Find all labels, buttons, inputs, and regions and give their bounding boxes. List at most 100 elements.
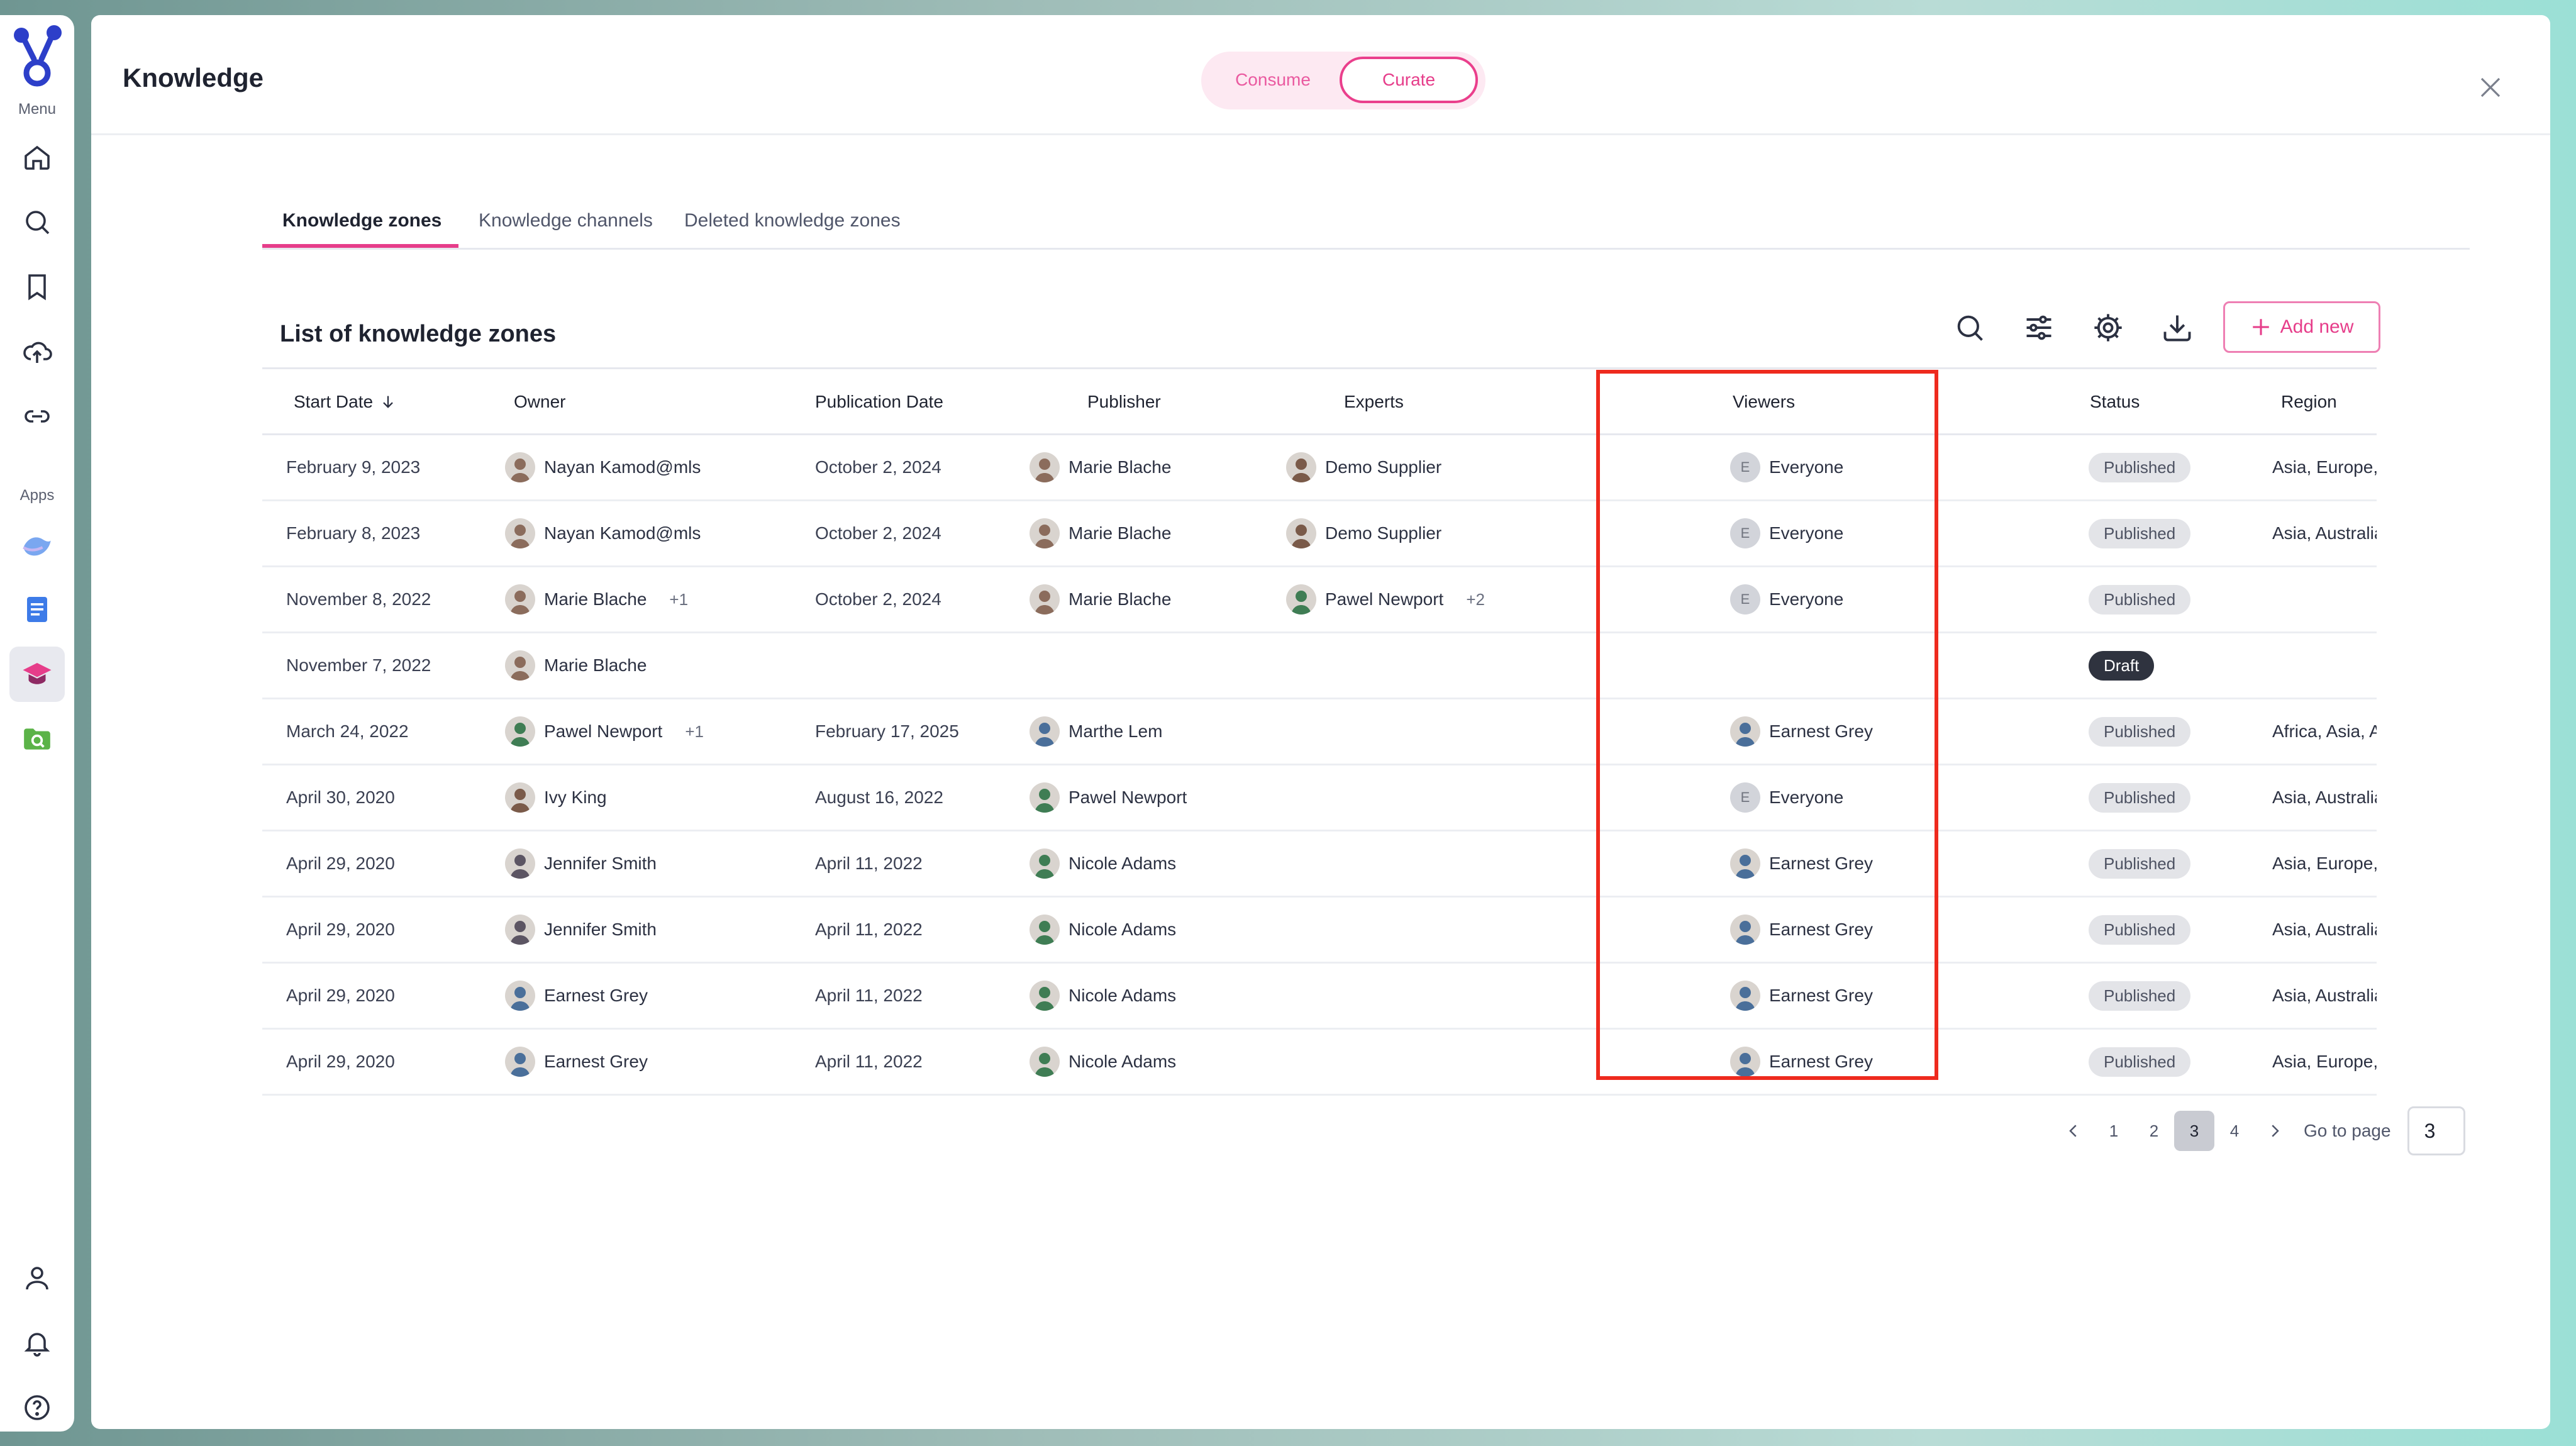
user-profile-icon[interactable] [18,1259,56,1297]
everyone-avatar: E [1730,452,1760,482]
search-icon[interactable] [18,203,56,241]
add-new-button[interactable]: Add new [2223,301,2380,353]
folder-search-app-icon[interactable] [18,720,56,758]
home-icon[interactable] [18,138,56,176]
publisher-name: Pawel Newport [1069,787,1187,807]
more-count[interactable]: +2 [1466,590,1485,609]
column-viewers[interactable]: Viewers [1733,392,1795,412]
start-date: February 8, 2023 [286,523,421,543]
publication-date-cell: October 2, 2024 [815,567,941,631]
page-1-button[interactable]: 1 [2094,1111,2134,1151]
avatar [505,981,535,1011]
page-3-button[interactable]: 3 [2174,1111,2214,1151]
start-date-cell: April 29, 2020 [286,831,395,896]
notification-bell-icon[interactable] [18,1324,56,1362]
start-date-cell: February 9, 2023 [286,435,420,499]
table-row[interactable]: April 30, 2020 Ivy King August 16, 2022 Paw… [262,765,2377,831]
start-date: November 8, 2022 [286,589,431,609]
bookmark-icon[interactable] [18,268,56,306]
tab-deleted-knowledge-zones[interactable]: Deleted knowledge zones [684,210,901,231]
status-cell: Published [2089,567,2191,631]
plus-icon [2252,319,2269,335]
start-date: April 30, 2020 [286,787,395,807]
start-date: April 29, 2020 [286,1052,395,1071]
table-header: Start Date Owner Publication Date Publis… [262,367,2377,435]
document-app-icon[interactable] [18,591,56,628]
publication-date: April 11, 2022 [815,920,923,939]
prev-page-chevron-icon[interactable] [2053,1111,2094,1151]
knowledge-app-icon[interactable] [9,647,65,702]
table-row[interactable]: November 7, 2022 Marie Blache Draft [262,633,2377,699]
owner-name: Jennifer Smith [544,854,657,873]
avatar [505,782,535,813]
apps-caption: Apps [19,487,55,504]
owner-cell: Earnest Grey [505,1030,648,1094]
status-badge: Published [2089,915,2191,945]
tab-knowledge-zones[interactable]: Knowledge zones [282,210,441,231]
column-experts[interactable]: Experts [1344,392,1404,412]
column-owner[interactable]: Owner [514,392,565,412]
go-to-page-input[interactable]: 3 [2407,1106,2465,1155]
app-logo-icon[interactable] [9,23,65,95]
owner-name: Marie Blache [544,589,647,609]
table-row[interactable]: November 8, 2022 Marie Blache +1 October 2,… [262,567,2377,633]
viewers-cell: E Everyone [1730,501,1843,565]
column-publisher[interactable]: Publisher [1087,392,1161,412]
table-row[interactable]: February 9, 2023 Nayan Kamod@mls October 2… [262,435,2377,501]
close-icon[interactable] [2475,72,2506,103]
settings-gear-icon[interactable] [2086,306,2130,350]
curate-mode-button[interactable]: Curate [1340,57,1478,103]
download-icon[interactable] [2155,306,2199,350]
page-2-button[interactable]: 2 [2134,1111,2174,1151]
filter-sliders-icon[interactable] [2017,306,2061,350]
table-row[interactable]: April 29, 2020 Earnest Grey April 11, 2022… [262,1030,2377,1096]
avatar [1030,452,1060,482]
publication-date: October 2, 2024 [815,523,941,543]
tab-knowledge-channels[interactable]: Knowledge channels [479,210,653,231]
publication-date: April 11, 2022 [815,986,923,1005]
column-region[interactable]: Region [2281,392,2337,412]
column-publication-date[interactable]: Publication Date [815,392,943,412]
avatar [1286,452,1316,482]
region-cell: Asia, Australia, Europe, N [2272,501,2377,565]
experts-cell: Demo Supplier [1286,501,1441,565]
table-row[interactable]: March 24, 2022 Pawel Newport +1 February 17… [262,699,2377,765]
publication-date-cell: April 11, 2022 [815,1030,923,1094]
publication-date-cell: October 2, 2024 [815,435,941,499]
next-page-chevron-icon[interactable] [2255,1111,2295,1151]
region-cell: Asia, Australia, Europe, N [2272,898,2377,962]
viewers-cell: Earnest Grey [1730,898,1873,962]
search-table-icon[interactable] [1948,306,1992,350]
table-row[interactable]: April 29, 2020 Jennifer Smith April 11, 20… [262,898,2377,964]
publication-date: April 11, 2022 [815,1052,923,1071]
status-badge: Published [2089,848,2191,879]
avatar [505,452,535,482]
status-badge: Published [2089,716,2191,747]
avatar [1030,782,1060,813]
status-badge: Published [2089,584,2191,615]
start-date-cell: April 29, 2020 [286,964,395,1028]
publisher-cell: Nicole Adams [1030,831,1176,896]
publisher-cell: Marie Blache [1030,435,1171,499]
table-row[interactable]: February 8, 2023 Nayan Kamod@mls October 2… [262,501,2377,567]
help-icon[interactable] [18,1389,56,1427]
column-start-date[interactable]: Start Date [294,392,397,412]
region-cell: Asia, Europe, North Ame [2272,435,2377,499]
publication-date: August 16, 2022 [815,787,943,807]
more-count[interactable]: +1 [669,590,688,609]
table-row[interactable]: April 29, 2020 Earnest Grey April 11, 2022… [262,964,2377,1030]
cloud-upload-icon[interactable] [18,333,56,370]
owner-name: Nayan Kamod@mls [544,457,701,477]
publisher-name: Nicole Adams [1069,986,1177,1005]
column-status[interactable]: Status [2090,392,2140,412]
wave-app-icon[interactable] [18,526,56,564]
knowledge-panel: Knowledge Consume Curate Knowledge zones… [91,15,2550,1429]
more-count[interactable]: +1 [685,722,704,742]
link-icon[interactable] [18,398,56,435]
avatar [505,518,535,548]
table-row[interactable]: April 29, 2020 Jennifer Smith April 11, 20… [262,831,2377,898]
consume-mode-button[interactable]: Consume [1210,57,1336,103]
avatar [1030,848,1060,879]
owner-cell: Jennifer Smith [505,898,657,962]
page-4-button[interactable]: 4 [2214,1111,2255,1151]
